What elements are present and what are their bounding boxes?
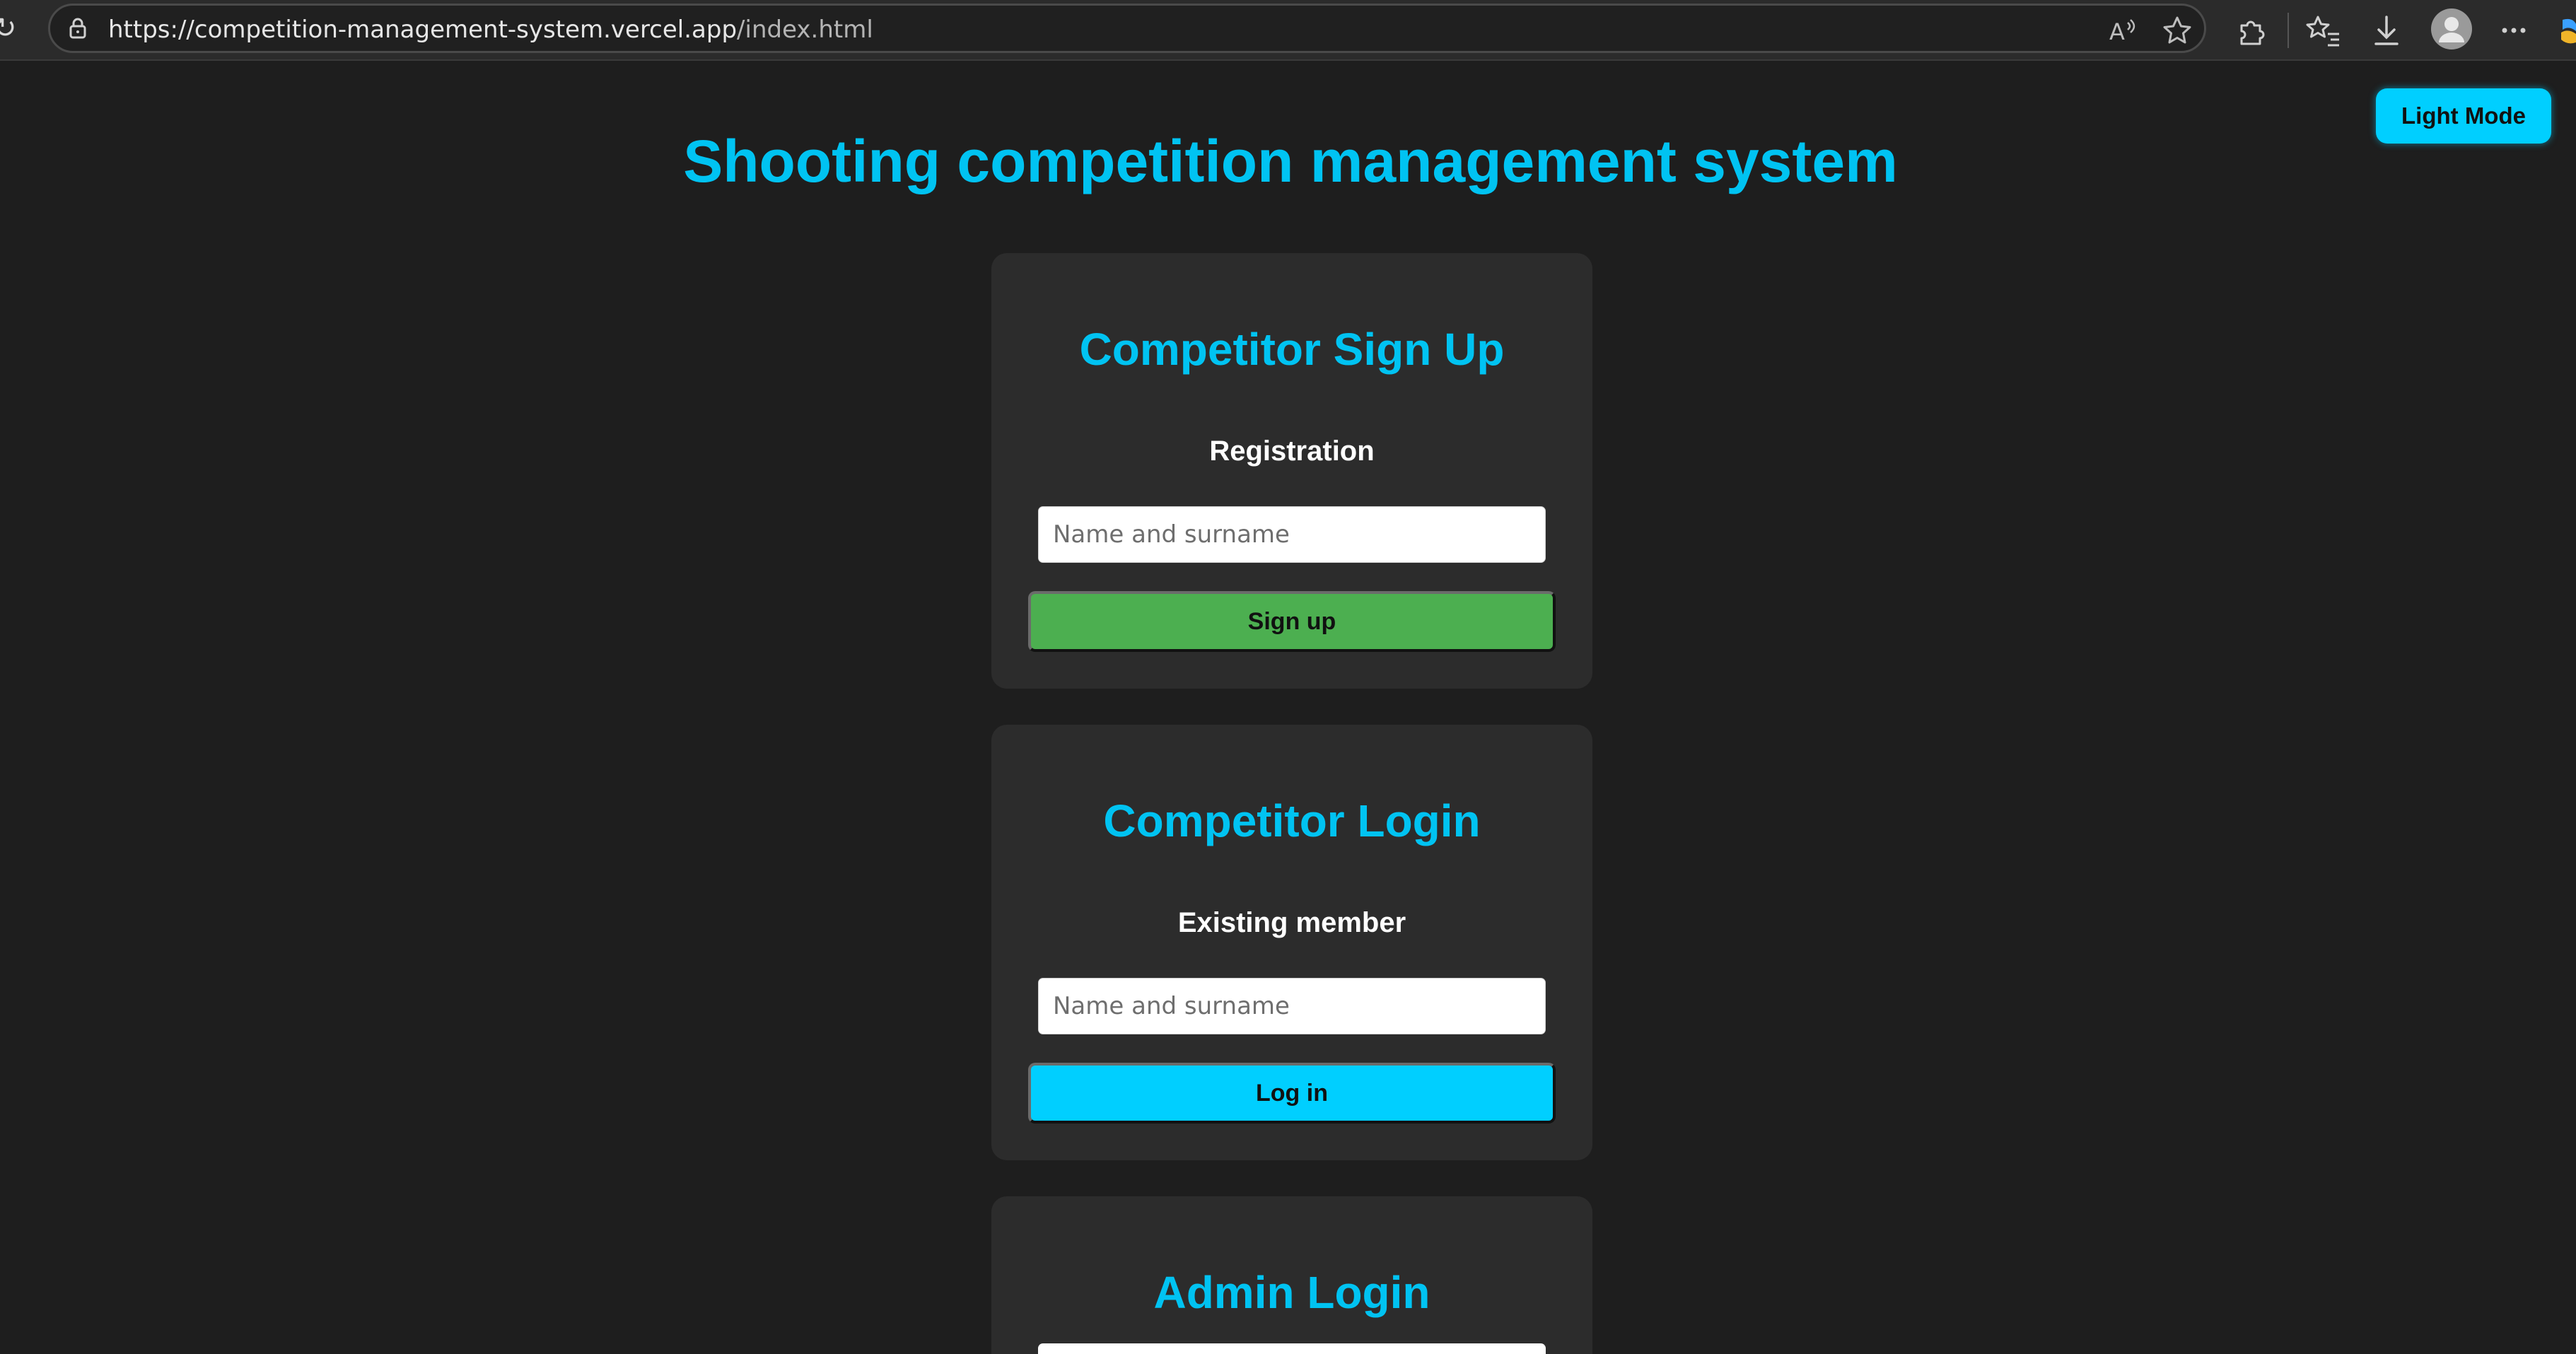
login-name-input[interactable] [1038,978,1546,1034]
profile-avatar-icon[interactable] [2430,7,2473,51]
signup-subtitle: Registration [1209,436,1375,467]
more-options-icon[interactable] [2495,11,2533,49]
copilot-icon[interactable] [2558,11,2576,49]
admin-input-partial[interactable] [1038,1343,1546,1354]
signup-button[interactable]: Sign up [1028,591,1556,652]
download-icon[interactable] [2367,11,2406,49]
favorite-star-icon[interactable] [2161,14,2193,47]
url-path: /index.html [737,16,873,44]
lock-icon[interactable] [66,16,90,40]
address-bar[interactable]: https://competition-management-system.ve… [48,4,2206,53]
signup-title: Competitor Sign Up [1079,324,1505,375]
signup-card: Competitor Sign Up Registration Sign up [991,253,1592,689]
extensions-icon[interactable] [2232,11,2270,49]
admin-card: Admin Login [991,1196,1592,1354]
page-title: Shooting competition management system [683,128,1898,194]
reload-icon[interactable]: ↻ [0,14,21,42]
browser-toolbar: ↻ https://competition-management-system.… [0,0,2576,61]
login-subtitle: Existing member [1177,907,1406,938]
svg-text:A: A [2109,18,2125,45]
admin-title: Admin Login [1153,1267,1430,1318]
login-title: Competitor Login [1103,795,1481,846]
toolbar-divider [2287,13,2289,48]
url-text: https://competition-management-system.ve… [108,16,873,44]
signup-name-input[interactable] [1038,506,1546,563]
login-button[interactable]: Log in [1028,1063,1556,1124]
url-base: https://competition-management-system.ve… [108,16,738,44]
favorites-list-icon[interactable] [2304,11,2342,49]
login-card: Competitor Login Existing member Log in [991,725,1592,1160]
read-aloud-icon[interactable]: A [2106,14,2139,47]
